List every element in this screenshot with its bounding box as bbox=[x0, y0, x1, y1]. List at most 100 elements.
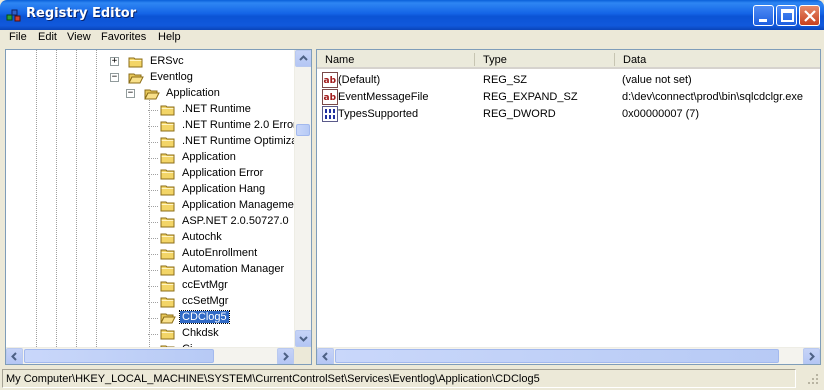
tree-vertical-scrollbar[interactable] bbox=[294, 50, 311, 347]
tree-horizontal-scrollbar[interactable] bbox=[6, 347, 294, 364]
tree-item[interactable]: Automation Manager bbox=[148, 262, 306, 278]
registry-tree[interactable]: + ERSvc − Eventlog − Application .NET Runtime.… bbox=[5, 49, 312, 365]
arrow-right-icon bbox=[809, 352, 815, 361]
registry-editor-icon bbox=[6, 9, 21, 22]
tree-item[interactable]: Application bbox=[148, 150, 306, 166]
menu-file[interactable]: File bbox=[9, 31, 27, 43]
values-list[interactable]: Name Type Data ab (Default) REG_SZ (value n… bbox=[316, 49, 821, 365]
tree-item[interactable]: .NET Runtime 2.0 Error bbox=[148, 118, 306, 134]
minimize-icon bbox=[759, 19, 767, 22]
collapse-icon[interactable]: − bbox=[110, 73, 119, 82]
tree-guide-line bbox=[148, 110, 158, 111]
window-title: Registry Editor bbox=[26, 6, 137, 21]
value-type: REG_SZ bbox=[483, 74, 528, 86]
list-horizontal-thumb[interactable] bbox=[335, 349, 779, 363]
tree-item[interactable]: ccEvtMgr bbox=[148, 278, 306, 294]
scroll-left-button[interactable] bbox=[6, 348, 23, 364]
folder-icon bbox=[160, 329, 175, 340]
tree-horizontal-thumb[interactable] bbox=[24, 349, 214, 363]
tree-item-label: .NET Runtime Optimizati bbox=[182, 135, 303, 147]
open-folder-icon bbox=[144, 89, 160, 100]
tree-guide-line bbox=[148, 126, 158, 127]
binary-value-icon bbox=[322, 106, 338, 122]
tree-item[interactable]: AutoEnrollment bbox=[148, 246, 306, 262]
arrow-left-icon bbox=[322, 352, 328, 361]
folder-icon bbox=[160, 105, 175, 116]
tree-item[interactable]: Autochk bbox=[148, 230, 306, 246]
tree-item-label: Eventlog bbox=[150, 71, 193, 83]
folder-icon bbox=[160, 169, 175, 180]
tree-item[interactable]: ccSetMgr bbox=[148, 294, 306, 310]
collapse-icon[interactable]: − bbox=[126, 89, 135, 98]
tree-item[interactable]: Application Managemer bbox=[148, 198, 306, 214]
tree-item[interactable]: Application Hang bbox=[148, 182, 306, 198]
list-row[interactable]: ab EventMessageFile REG_EXPAND_SZ d:\dev\co… bbox=[317, 89, 820, 106]
svg-text:ab: ab bbox=[324, 76, 337, 86]
tree-item-label: Autochk bbox=[182, 231, 222, 243]
folder-icon bbox=[160, 249, 175, 260]
folder-icon bbox=[160, 297, 175, 308]
tree-item-label: ccSetMgr bbox=[182, 295, 229, 307]
resize-grip-icon[interactable] bbox=[806, 372, 820, 386]
tree-item[interactable]: Application Error bbox=[148, 166, 306, 182]
tree-guide-line bbox=[148, 254, 158, 255]
scroll-up-button[interactable] bbox=[295, 50, 311, 67]
minimize-button[interactable] bbox=[753, 5, 774, 26]
svg-text:ab: ab bbox=[324, 93, 337, 103]
tree-guide-line bbox=[148, 174, 158, 175]
tree-guide-line bbox=[148, 270, 158, 271]
tree-item[interactable]: .NET Runtime bbox=[148, 102, 306, 118]
tree-guide-line bbox=[148, 334, 158, 335]
folder-icon bbox=[160, 281, 175, 292]
scrollbar-corner bbox=[294, 347, 311, 364]
tree-guide-line bbox=[76, 50, 77, 347]
arrow-down-icon bbox=[299, 336, 308, 342]
menu-view[interactable]: View bbox=[67, 31, 91, 43]
menu-bar: File Edit View Favorites Help bbox=[0, 30, 824, 47]
tree-item[interactable]: CDClog5 bbox=[148, 310, 306, 326]
tree-item[interactable]: ASP.NET 2.0.50727.0 bbox=[148, 214, 306, 230]
tree-item-label: Automation Manager bbox=[182, 263, 285, 275]
value-data: d:\dev\connect\prod\bin\sqlcdclgr.exe bbox=[622, 91, 804, 103]
close-button[interactable] bbox=[799, 5, 820, 26]
column-header-data[interactable]: Data bbox=[615, 50, 820, 69]
tree-item[interactable]: − Application bbox=[126, 86, 306, 102]
menu-edit[interactable]: Edit bbox=[38, 31, 57, 43]
open-folder-icon bbox=[128, 73, 144, 84]
list-horizontal-scrollbar[interactable] bbox=[317, 347, 820, 364]
folder-icon bbox=[160, 153, 175, 164]
value-name: EventMessageFile bbox=[338, 91, 429, 103]
tree-item[interactable]: − Eventlog bbox=[110, 70, 306, 86]
tree-item[interactable]: .NET Runtime Optimizati bbox=[148, 134, 306, 150]
value-name: (Default) bbox=[338, 74, 381, 86]
column-header-type[interactable]: Type bbox=[475, 50, 615, 69]
tree-item[interactable]: + ERSvc bbox=[110, 54, 306, 70]
list-scroll-right-button[interactable] bbox=[803, 348, 820, 364]
maximize-button[interactable] bbox=[776, 5, 797, 26]
menu-favorites[interactable]: Favorites bbox=[101, 31, 146, 43]
folder-icon bbox=[160, 185, 175, 196]
tree-item-label: ERSvc bbox=[150, 55, 184, 67]
tree-guide-line bbox=[149, 90, 150, 347]
value-type: REG_EXPAND_SZ bbox=[483, 91, 578, 103]
scroll-down-button[interactable] bbox=[295, 330, 311, 347]
list-row[interactable]: TypesSupported REG_DWORD 0x00000007 (7) bbox=[317, 106, 820, 123]
value-type: REG_DWORD bbox=[483, 108, 556, 120]
tree-guide-line bbox=[56, 50, 57, 347]
expand-icon[interactable]: + bbox=[110, 57, 119, 66]
column-header-name[interactable]: Name bbox=[317, 50, 475, 69]
tree-guide-line bbox=[148, 190, 158, 191]
tree-item[interactable]: Chkdsk bbox=[148, 326, 306, 342]
title-bar[interactable]: Registry Editor bbox=[0, 0, 824, 30]
tree-vertical-thumb[interactable] bbox=[296, 124, 310, 136]
tree-guide-line bbox=[148, 238, 158, 239]
maximize-icon bbox=[781, 9, 794, 22]
folder-icon bbox=[160, 137, 175, 148]
string-value-icon: ab bbox=[322, 72, 338, 88]
string-value-icon: ab bbox=[322, 89, 338, 105]
list-row[interactable]: ab (Default) REG_SZ (value not set) bbox=[317, 72, 820, 89]
tree-guide-line bbox=[148, 206, 158, 207]
scroll-right-button[interactable] bbox=[277, 348, 294, 364]
list-scroll-left-button[interactable] bbox=[317, 348, 334, 364]
menu-help[interactable]: Help bbox=[158, 31, 181, 43]
